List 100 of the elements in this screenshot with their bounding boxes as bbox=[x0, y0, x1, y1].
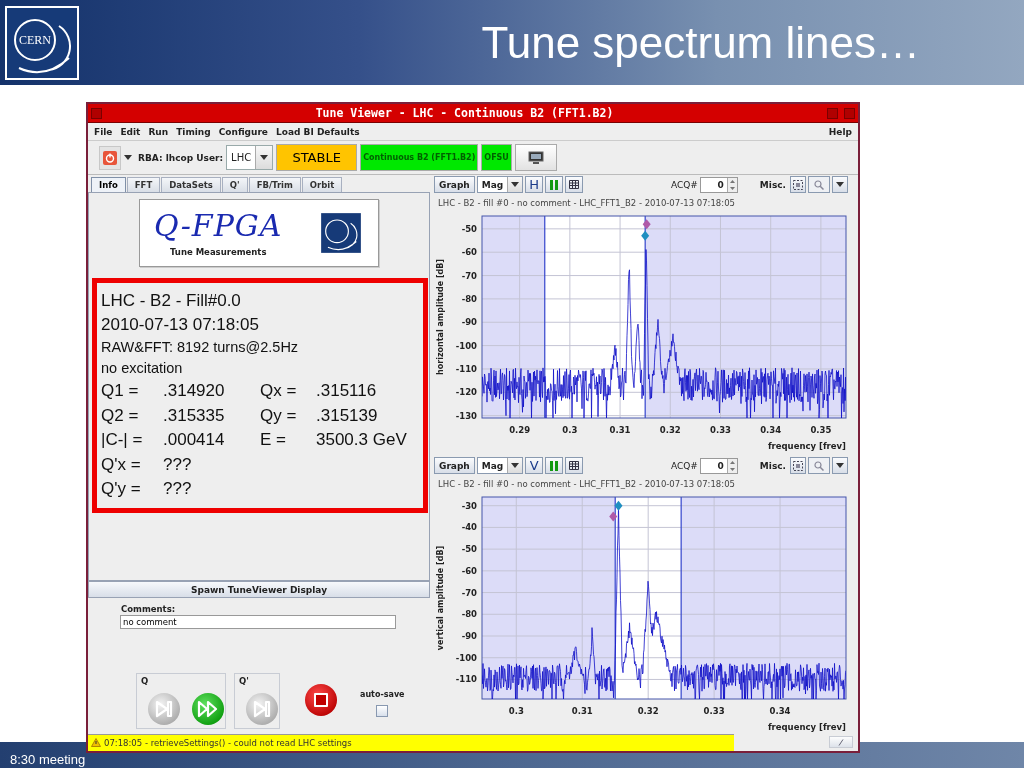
cern-logo: CERN bbox=[5, 5, 79, 80]
acq-label: ACQ# bbox=[670, 179, 698, 190]
spawn-button[interactable]: Spawn TuneViewer Display bbox=[88, 581, 430, 598]
graph-button[interactable]: Graph bbox=[434, 457, 475, 474]
window-title: Tune Viewer - LHC - Continuous B2 (FFT1.B2) bbox=[314, 106, 615, 120]
chart-subtitle: LHC - B2 - fill #0 - no comment - LHC_FFT1_B2 - 2010-07-13 07:18:05 bbox=[438, 197, 735, 208]
dotted-frame-icon bbox=[793, 460, 803, 471]
menu-item[interactable]: Edit bbox=[116, 126, 145, 137]
power-button[interactable] bbox=[99, 145, 121, 170]
axis-tick-label: 0.33 bbox=[703, 706, 725, 716]
beam-mode-indicator: STABLE bbox=[276, 144, 358, 171]
chart-subtitle: LHC - B2 - fill #0 - no comment - LHC_FFT1_B2 - 2010-07-13 07:18:05 bbox=[438, 478, 735, 489]
status-indicator: Continuous B2 (FFT1.B2) bbox=[360, 144, 479, 171]
run-button[interactable] bbox=[191, 692, 225, 726]
tab[interactable]: Orbit bbox=[301, 177, 343, 192]
footer-text: 8:30 meeting bbox=[10, 753, 86, 767]
info-value: .315116 bbox=[316, 381, 378, 402]
axis-tick-label: -50 bbox=[461, 544, 477, 555]
menu-item[interactable]: Help bbox=[824, 126, 856, 137]
axis-tick-label: -60 bbox=[461, 247, 477, 258]
checkbox[interactable] bbox=[376, 705, 389, 717]
comment-field[interactable]: no comment bbox=[120, 615, 396, 629]
axis-tick-label: 0.32 bbox=[659, 425, 681, 435]
graph-button[interactable]: Graph bbox=[434, 176, 475, 193]
axis-tick-label: -100 bbox=[455, 652, 477, 663]
user-combo[interactable]: LHC bbox=[226, 145, 274, 170]
tab[interactable]: FB/Trim bbox=[248, 177, 301, 192]
window-menu-button[interactable] bbox=[91, 107, 102, 119]
axis-tick-label: -130 bbox=[455, 410, 477, 421]
mode-combo[interactable]: Mag bbox=[476, 176, 524, 193]
minimize-button[interactable] bbox=[827, 107, 838, 119]
info-value: ??? bbox=[163, 454, 193, 476]
tab[interactable]: Info bbox=[91, 177, 126, 192]
info-label: E = bbox=[260, 430, 287, 451]
slash-icon bbox=[838, 738, 844, 746]
fit-button[interactable] bbox=[790, 457, 806, 474]
menu-item[interactable]: Run bbox=[144, 126, 173, 137]
info-text: 2010-07-13 07:18:05 bbox=[101, 315, 259, 334]
pause-button[interactable] bbox=[545, 176, 564, 193]
axis-tick-label: -60 bbox=[461, 565, 477, 576]
axis-tick-label: 0.33 bbox=[710, 425, 731, 435]
axis-title: vertical amplitude [dB] bbox=[436, 545, 445, 651]
user-label: RBA: lhcop User: bbox=[138, 152, 224, 163]
peak-marker bbox=[609, 511, 618, 522]
logo-subtitle: Tune Measurements bbox=[169, 247, 267, 257]
info-label: Q'y = bbox=[101, 479, 142, 500]
fit-button[interactable] bbox=[790, 176, 806, 193]
axis-tick-label: -80 bbox=[461, 609, 477, 620]
info-label: |C-| = bbox=[101, 430, 144, 451]
caret-icon bbox=[511, 463, 520, 468]
acq-spinner[interactable]: 0 bbox=[699, 176, 738, 193]
power-icon bbox=[103, 150, 117, 165]
misc-label: Misc. bbox=[759, 460, 786, 471]
menu-item[interactable]: Load BI Defaults bbox=[271, 126, 364, 137]
tab[interactable]: Q' bbox=[221, 177, 248, 192]
acq-spinner[interactable]: 0 bbox=[699, 457, 738, 474]
table-button[interactable] bbox=[565, 457, 584, 474]
close-button[interactable] bbox=[844, 107, 855, 119]
table-icon bbox=[569, 461, 580, 470]
axis-tick-label: 0.3 bbox=[508, 706, 524, 716]
info-value: ??? bbox=[163, 479, 193, 500]
dropdown-button[interactable] bbox=[832, 176, 848, 193]
monitor-icon bbox=[527, 150, 544, 165]
menu-item[interactable]: Timing bbox=[172, 126, 215, 137]
axis-tick-label: -80 bbox=[461, 293, 477, 304]
acq-label: ACQ# bbox=[670, 460, 698, 471]
table-button[interactable] bbox=[565, 176, 584, 193]
axis-tick-label: 0.31 bbox=[571, 706, 593, 716]
group-label: Q' bbox=[239, 676, 250, 686]
magnifier-icon bbox=[814, 460, 824, 471]
axis-tick-label: 0.29 bbox=[509, 425, 531, 435]
info-label: Qx = bbox=[260, 381, 298, 402]
menu-item[interactable]: File bbox=[90, 126, 117, 137]
dropdown-button[interactable] bbox=[832, 457, 848, 474]
pause-icon bbox=[550, 179, 559, 190]
plane-button[interactable]: V bbox=[525, 457, 544, 474]
axis-tick-label: 0.35 bbox=[810, 425, 832, 435]
caret-icon bbox=[836, 182, 844, 187]
axis-tick-label: -120 bbox=[455, 387, 477, 398]
info-value: .314920 bbox=[163, 381, 226, 402]
axis-tick-label: -70 bbox=[461, 270, 477, 281]
pause-button[interactable] bbox=[545, 457, 564, 474]
status-button[interactable] bbox=[829, 736, 853, 748]
axis-tick-label: -110 bbox=[455, 363, 477, 374]
peak-marker bbox=[642, 219, 651, 230]
mode-combo[interactable]: Mag bbox=[476, 457, 524, 474]
plane-button[interactable]: H bbox=[525, 176, 544, 193]
display-button[interactable] bbox=[514, 144, 557, 171]
menu-item[interactable]: Configure bbox=[214, 126, 272, 137]
tab[interactable]: FFT bbox=[126, 177, 161, 192]
info-label: Q2 = bbox=[101, 405, 140, 427]
checkbox-label: auto-save bbox=[360, 690, 405, 699]
misc-label: Misc. bbox=[759, 179, 786, 190]
stop-button[interactable] bbox=[304, 683, 338, 717]
axis-tick-label: 0.32 bbox=[637, 706, 659, 716]
axis-tick-label: -100 bbox=[455, 340, 477, 351]
info-label: Q'x = bbox=[101, 454, 142, 476]
tab[interactable]: DataSets bbox=[161, 177, 221, 192]
group-label: Q bbox=[141, 676, 150, 686]
info-value: .315335 bbox=[163, 405, 226, 427]
